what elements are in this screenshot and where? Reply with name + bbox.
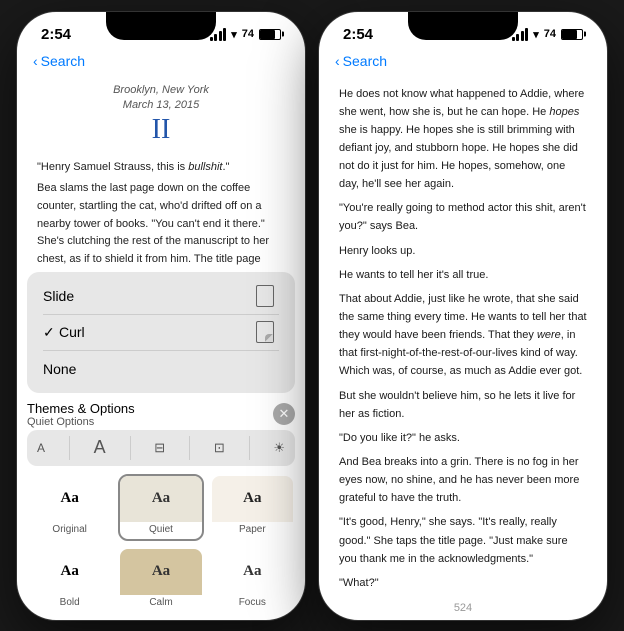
time-left: 2:54: [41, 26, 71, 43]
font-decrease-button[interactable]: A: [37, 441, 45, 455]
back-label-left: Search: [41, 53, 85, 69]
theme-bold-label: Bold: [60, 595, 80, 612]
separator-4: [249, 436, 250, 460]
theme-bold[interactable]: Aa Bold: [27, 547, 112, 614]
time-right: 2:54: [343, 26, 373, 43]
theme-original-label: Original: [52, 522, 86, 539]
back-button-left[interactable]: ‹ Search: [33, 53, 85, 69]
theme-bold-preview: Aa: [29, 549, 110, 595]
font-increase-button[interactable]: A: [94, 437, 106, 458]
theme-calm-label: Calm: [149, 595, 172, 612]
chapter-location: Brooklyn, New YorkMarch 13, 2015: [37, 83, 285, 114]
theme-original-preview: Aa: [29, 476, 110, 522]
separator-2: [130, 436, 131, 460]
theme-calm[interactable]: Aa Calm: [118, 547, 203, 614]
slide-row-slide[interactable]: Slide: [27, 278, 295, 314]
theme-grid: Aa Original Aa Quiet Aa Paper Aa Bold: [27, 474, 295, 614]
battery-level-right: 74: [544, 28, 556, 40]
theme-paper[interactable]: Aa Paper: [210, 474, 295, 541]
wifi-icon: ▾: [231, 28, 237, 41]
chevron-left-icon: ‹: [33, 53, 38, 69]
brightness-icon[interactable]: ☀: [273, 440, 285, 456]
theme-paper-label: Paper: [239, 522, 266, 539]
curl-page-icon: [251, 322, 279, 342]
slide-row-curl[interactable]: Curl: [27, 314, 295, 350]
back-button-right[interactable]: ‹ Search: [335, 53, 387, 69]
chapter-header: Brooklyn, New YorkMarch 13, 2015 II: [37, 83, 285, 147]
font-icon[interactable]: ⊟: [154, 440, 165, 456]
theme-quiet-label: Quiet: [149, 522, 173, 539]
curl-label: Curl: [43, 324, 251, 340]
themes-title: Themes & Options: [27, 401, 135, 416]
close-button[interactable]: ✕: [273, 403, 295, 425]
slide-row-none[interactable]: None: [27, 351, 295, 387]
theme-focus-preview: Aa: [212, 549, 293, 595]
themes-section: Themes & Options Quiet Options ✕ A A ⊟ ⊡…: [27, 397, 295, 620]
status-icons-left: ▾ 74: [210, 28, 281, 41]
back-label-right: Search: [343, 53, 387, 69]
page-number: 524: [319, 598, 607, 620]
slide-label: Slide: [43, 288, 251, 304]
theme-original[interactable]: Aa Original: [27, 474, 112, 541]
battery-icon-left: [259, 29, 281, 40]
separator-3: [189, 436, 190, 460]
font-controls: A A ⊟ ⊡ ☀: [27, 430, 295, 466]
right-phone: 2:54 ▾ 74 ‹: [318, 11, 608, 621]
left-phone: 2:54 ▾ 74 ‹: [16, 11, 306, 621]
nav-bar-left: ‹ Search: [17, 49, 305, 75]
none-label: None: [43, 361, 251, 377]
themes-subtitle: Quiet Options: [27, 416, 135, 428]
chapter-number: II: [37, 113, 285, 147]
chevron-left-icon-right: ‹: [335, 53, 340, 69]
share-icon[interactable]: ⊡: [214, 440, 225, 456]
phones-container: 2:54 ▾ 74 ‹: [16, 11, 608, 621]
book-content-left: Brooklyn, New YorkMarch 13, 2015 II "Hen…: [17, 75, 305, 268]
theme-quiet-preview: Aa: [120, 476, 201, 522]
themes-header: Themes & Options Quiet Options ✕: [27, 397, 295, 430]
theme-paper-preview: Aa: [212, 476, 293, 522]
theme-quiet[interactable]: Aa Quiet: [118, 474, 203, 541]
slide-page-icon: [251, 286, 279, 306]
theme-focus-label: Focus: [239, 595, 266, 612]
theme-focus[interactable]: Aa Focus: [210, 547, 295, 614]
none-page-icon: [251, 359, 279, 379]
notch-right: [408, 12, 518, 40]
nav-bar-right: ‹ Search: [319, 49, 607, 75]
reading-content-right: He does not know what happened to Addie,…: [319, 75, 607, 598]
book-text-left: "Henry Samuel Strauss, this is bullshit.…: [37, 159, 285, 268]
battery-icon-right: [561, 29, 583, 40]
status-icons-right: ▾ 74: [512, 28, 583, 41]
wifi-icon-right: ▾: [533, 28, 539, 41]
separator-1: [69, 436, 70, 460]
slide-panel: Slide Curl None: [27, 272, 295, 393]
battery-level-left: 74: [242, 28, 254, 40]
notch: [106, 12, 216, 40]
theme-calm-preview: Aa: [120, 549, 201, 595]
